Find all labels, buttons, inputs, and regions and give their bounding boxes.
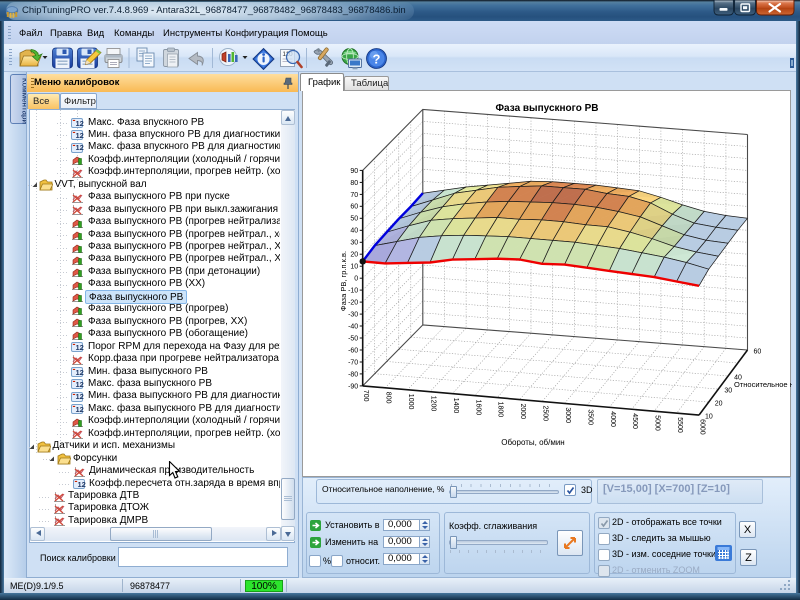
svg-text:1000: 1000 xyxy=(407,394,414,410)
svg-text:6000: 6000 xyxy=(699,419,706,435)
svg-text:-70: -70 xyxy=(348,359,358,366)
svg-text:90: 90 xyxy=(350,168,358,175)
svg-text:-10: -10 xyxy=(348,288,358,295)
svg-text:-20: -20 xyxy=(348,300,358,307)
svg-text:?: ? xyxy=(373,52,381,67)
svg-text:30: 30 xyxy=(724,388,732,395)
svg-text:Обороты, об/мин: Обороты, об/мин xyxy=(501,438,564,447)
svg-text:2500: 2500 xyxy=(542,406,549,422)
svg-text:80: 80 xyxy=(350,180,358,187)
svg-text:-90: -90 xyxy=(348,383,358,390)
svg-text:-60: -60 xyxy=(348,347,358,354)
svg-text:1400: 1400 xyxy=(452,398,459,414)
svg-text:700: 700 xyxy=(362,390,369,402)
svg-text:800: 800 xyxy=(385,392,392,404)
svg-text:2000: 2000 xyxy=(519,404,526,420)
svg-text:4500: 4500 xyxy=(631,413,638,429)
svg-text:70: 70 xyxy=(350,192,358,199)
svg-text:5500: 5500 xyxy=(676,417,683,433)
svg-text:-30: -30 xyxy=(348,312,358,319)
svg-text:10: 10 xyxy=(705,414,713,421)
svg-text:0: 0 xyxy=(354,276,358,283)
svg-text:-80: -80 xyxy=(348,371,358,378)
svg-text:20: 20 xyxy=(715,401,723,408)
svg-text:30: 30 xyxy=(350,240,358,247)
svg-text:20: 20 xyxy=(350,252,358,259)
svg-text:10: 10 xyxy=(350,264,358,271)
svg-text:4000: 4000 xyxy=(609,411,616,427)
svg-text:50: 50 xyxy=(350,216,358,223)
svg-text:-40: -40 xyxy=(348,323,358,330)
svg-text:Фаза РВ, гр.п.к.в.: Фаза РВ, гр.п.к.в. xyxy=(339,251,348,311)
svg-text:60: 60 xyxy=(754,349,762,356)
svg-text:-50: -50 xyxy=(348,335,358,342)
svg-text:40: 40 xyxy=(350,228,358,235)
svg-text:3000: 3000 xyxy=(564,407,571,423)
svg-text:1800: 1800 xyxy=(497,402,504,418)
svg-text:3500: 3500 xyxy=(586,409,593,425)
svg-text:Относительное н: Относительное н xyxy=(734,380,792,389)
svg-text:1600: 1600 xyxy=(474,400,481,416)
svg-text:1200: 1200 xyxy=(430,396,437,412)
svg-text:Фаза выпускного РВ: Фаза выпускного РВ xyxy=(496,103,599,114)
svg-text:5000: 5000 xyxy=(654,415,661,431)
svg-text:60: 60 xyxy=(350,204,358,211)
